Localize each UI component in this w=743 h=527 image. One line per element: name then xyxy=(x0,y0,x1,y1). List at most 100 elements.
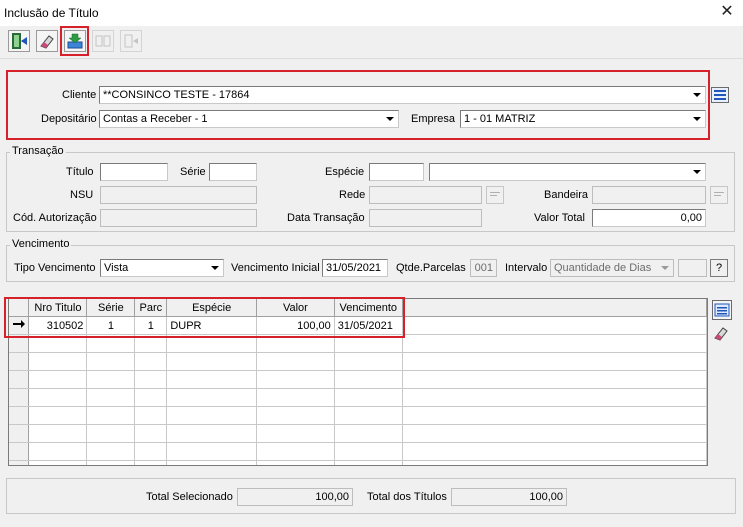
chevron-down-icon[interactable] xyxy=(208,261,222,275)
rede-lookup-button[interactable] xyxy=(486,186,504,204)
qtde-parcelas-label: Qtde.Parcelas xyxy=(396,262,466,274)
cliente-select[interactable]: **CONSINCO TESTE - 17864 xyxy=(99,86,706,104)
grid-cell[interactable] xyxy=(28,460,88,465)
chevron-down-icon[interactable] xyxy=(690,165,704,179)
table-row[interactable] xyxy=(9,352,707,371)
table-row[interactable] xyxy=(9,460,707,465)
grid-cell[interactable] xyxy=(334,388,403,407)
grid-cell[interactable] xyxy=(28,442,88,461)
grid-cell[interactable] xyxy=(28,388,88,407)
valor-total-input[interactable]: 0,00 xyxy=(592,209,706,227)
grid-cell[interactable] xyxy=(256,460,335,465)
grid-cell[interactable] xyxy=(256,370,335,389)
save-button[interactable] xyxy=(64,30,86,52)
grid-cell[interactable] xyxy=(334,460,403,465)
grid-cell[interactable] xyxy=(86,388,136,407)
help-button[interactable]: ? xyxy=(710,259,728,277)
bandeira-lookup-button[interactable] xyxy=(710,186,728,204)
valor-total-label: Valor Total xyxy=(534,212,585,224)
grid-cell[interactable] xyxy=(402,460,707,465)
especie-code-input[interactable] xyxy=(369,163,424,181)
grid-cell[interactable] xyxy=(256,406,335,425)
tipo-vencimento-select[interactable]: Vista xyxy=(100,259,224,277)
grid-cell[interactable] xyxy=(28,424,88,443)
table-row[interactable] xyxy=(9,442,707,461)
empresa-label: Empresa xyxy=(411,113,456,125)
intervalo-select[interactable]: Quantidade de Dias xyxy=(550,259,674,277)
grid-cell[interactable] xyxy=(86,370,136,389)
grid-cell[interactable] xyxy=(256,352,335,371)
chevron-down-icon[interactable] xyxy=(690,88,704,102)
data-transacao-input[interactable] xyxy=(369,209,482,227)
grid-cell[interactable] xyxy=(86,352,136,371)
exit-button[interactable] xyxy=(8,30,30,52)
grid-cell[interactable] xyxy=(28,370,88,389)
grid-cell[interactable] xyxy=(28,352,88,371)
grid-cell[interactable] xyxy=(402,370,707,389)
grid-cell[interactable] xyxy=(86,442,136,461)
grid-cell[interactable] xyxy=(134,388,168,407)
grid-cell[interactable] xyxy=(134,442,168,461)
grid-cell[interactable] xyxy=(134,460,168,465)
chevron-down-icon[interactable] xyxy=(690,112,704,126)
table-row[interactable] xyxy=(9,370,707,389)
grid-cell[interactable] xyxy=(402,334,707,353)
grid-cell[interactable] xyxy=(134,370,168,389)
grid-cell[interactable] xyxy=(256,388,335,407)
qtde-parcelas-input[interactable]: 001 xyxy=(470,259,497,277)
especie-select[interactable] xyxy=(429,163,706,181)
lookup-list-button[interactable] xyxy=(711,87,729,103)
cod-autorizacao-input[interactable] xyxy=(100,209,257,227)
grid-cell[interactable] xyxy=(334,370,403,389)
grid-cell[interactable] xyxy=(334,442,403,461)
grid-cell[interactable] xyxy=(166,460,258,465)
add-row-button[interactable] xyxy=(712,300,732,320)
grid-cell[interactable] xyxy=(166,442,258,461)
bandeira-input[interactable] xyxy=(592,186,706,204)
table-row[interactable] xyxy=(9,424,707,443)
empty-rows xyxy=(9,334,707,465)
grid-cell[interactable] xyxy=(166,424,258,443)
grid-cell[interactable] xyxy=(256,424,335,443)
clear-row-button[interactable] xyxy=(712,324,732,344)
vencimento-inicial-input[interactable]: 31/05/2021 xyxy=(322,259,388,277)
col-filler xyxy=(402,299,707,317)
intervalo-number-input[interactable] xyxy=(678,259,707,277)
grid-cell[interactable] xyxy=(402,442,707,461)
grid-cell[interactable] xyxy=(402,352,707,371)
grid-cell[interactable] xyxy=(402,406,707,425)
table-row[interactable] xyxy=(9,406,707,425)
depositario-select[interactable]: Contas a Receber - 1 xyxy=(99,110,399,128)
grid-cell[interactable] xyxy=(166,406,258,425)
grid-cell[interactable] xyxy=(134,406,168,425)
grid-cell[interactable] xyxy=(86,460,136,465)
disabled-tool-button[interactable] xyxy=(92,30,114,52)
titulo-input[interactable] xyxy=(100,163,168,181)
grid-cell[interactable] xyxy=(334,352,403,371)
grid-cell[interactable] xyxy=(402,424,707,443)
grid-cell[interactable] xyxy=(28,406,88,425)
chevron-down-icon[interactable] xyxy=(383,112,397,126)
chevron-down-icon[interactable] xyxy=(658,261,672,275)
grid-cell[interactable] xyxy=(134,352,168,371)
grid-cell[interactable] xyxy=(334,424,403,443)
grid-cell[interactable] xyxy=(256,442,335,461)
clear-button[interactable] xyxy=(36,30,58,52)
rede-input[interactable] xyxy=(369,186,482,204)
grid-cell[interactable] xyxy=(334,406,403,425)
close-icon[interactable]: ✕ xyxy=(718,3,736,21)
grid-cell[interactable] xyxy=(166,352,258,371)
grid-cell[interactable] xyxy=(86,424,136,443)
row-indicator xyxy=(9,388,30,407)
serie-input[interactable] xyxy=(209,163,257,181)
table-row[interactable] xyxy=(9,388,707,407)
disabled-tool-button[interactable] xyxy=(120,30,142,52)
grid-cell[interactable] xyxy=(166,388,258,407)
grid-cell[interactable] xyxy=(134,424,168,443)
empresa-select[interactable]: 1 - 01 MATRIZ xyxy=(460,110,706,128)
grid-cell[interactable] xyxy=(402,388,707,407)
vencimento-inicial-label: Vencimento Inicial xyxy=(231,262,320,274)
grid-cell[interactable] xyxy=(86,406,136,425)
grid-cell[interactable] xyxy=(166,370,258,389)
nsu-input[interactable] xyxy=(100,186,257,204)
